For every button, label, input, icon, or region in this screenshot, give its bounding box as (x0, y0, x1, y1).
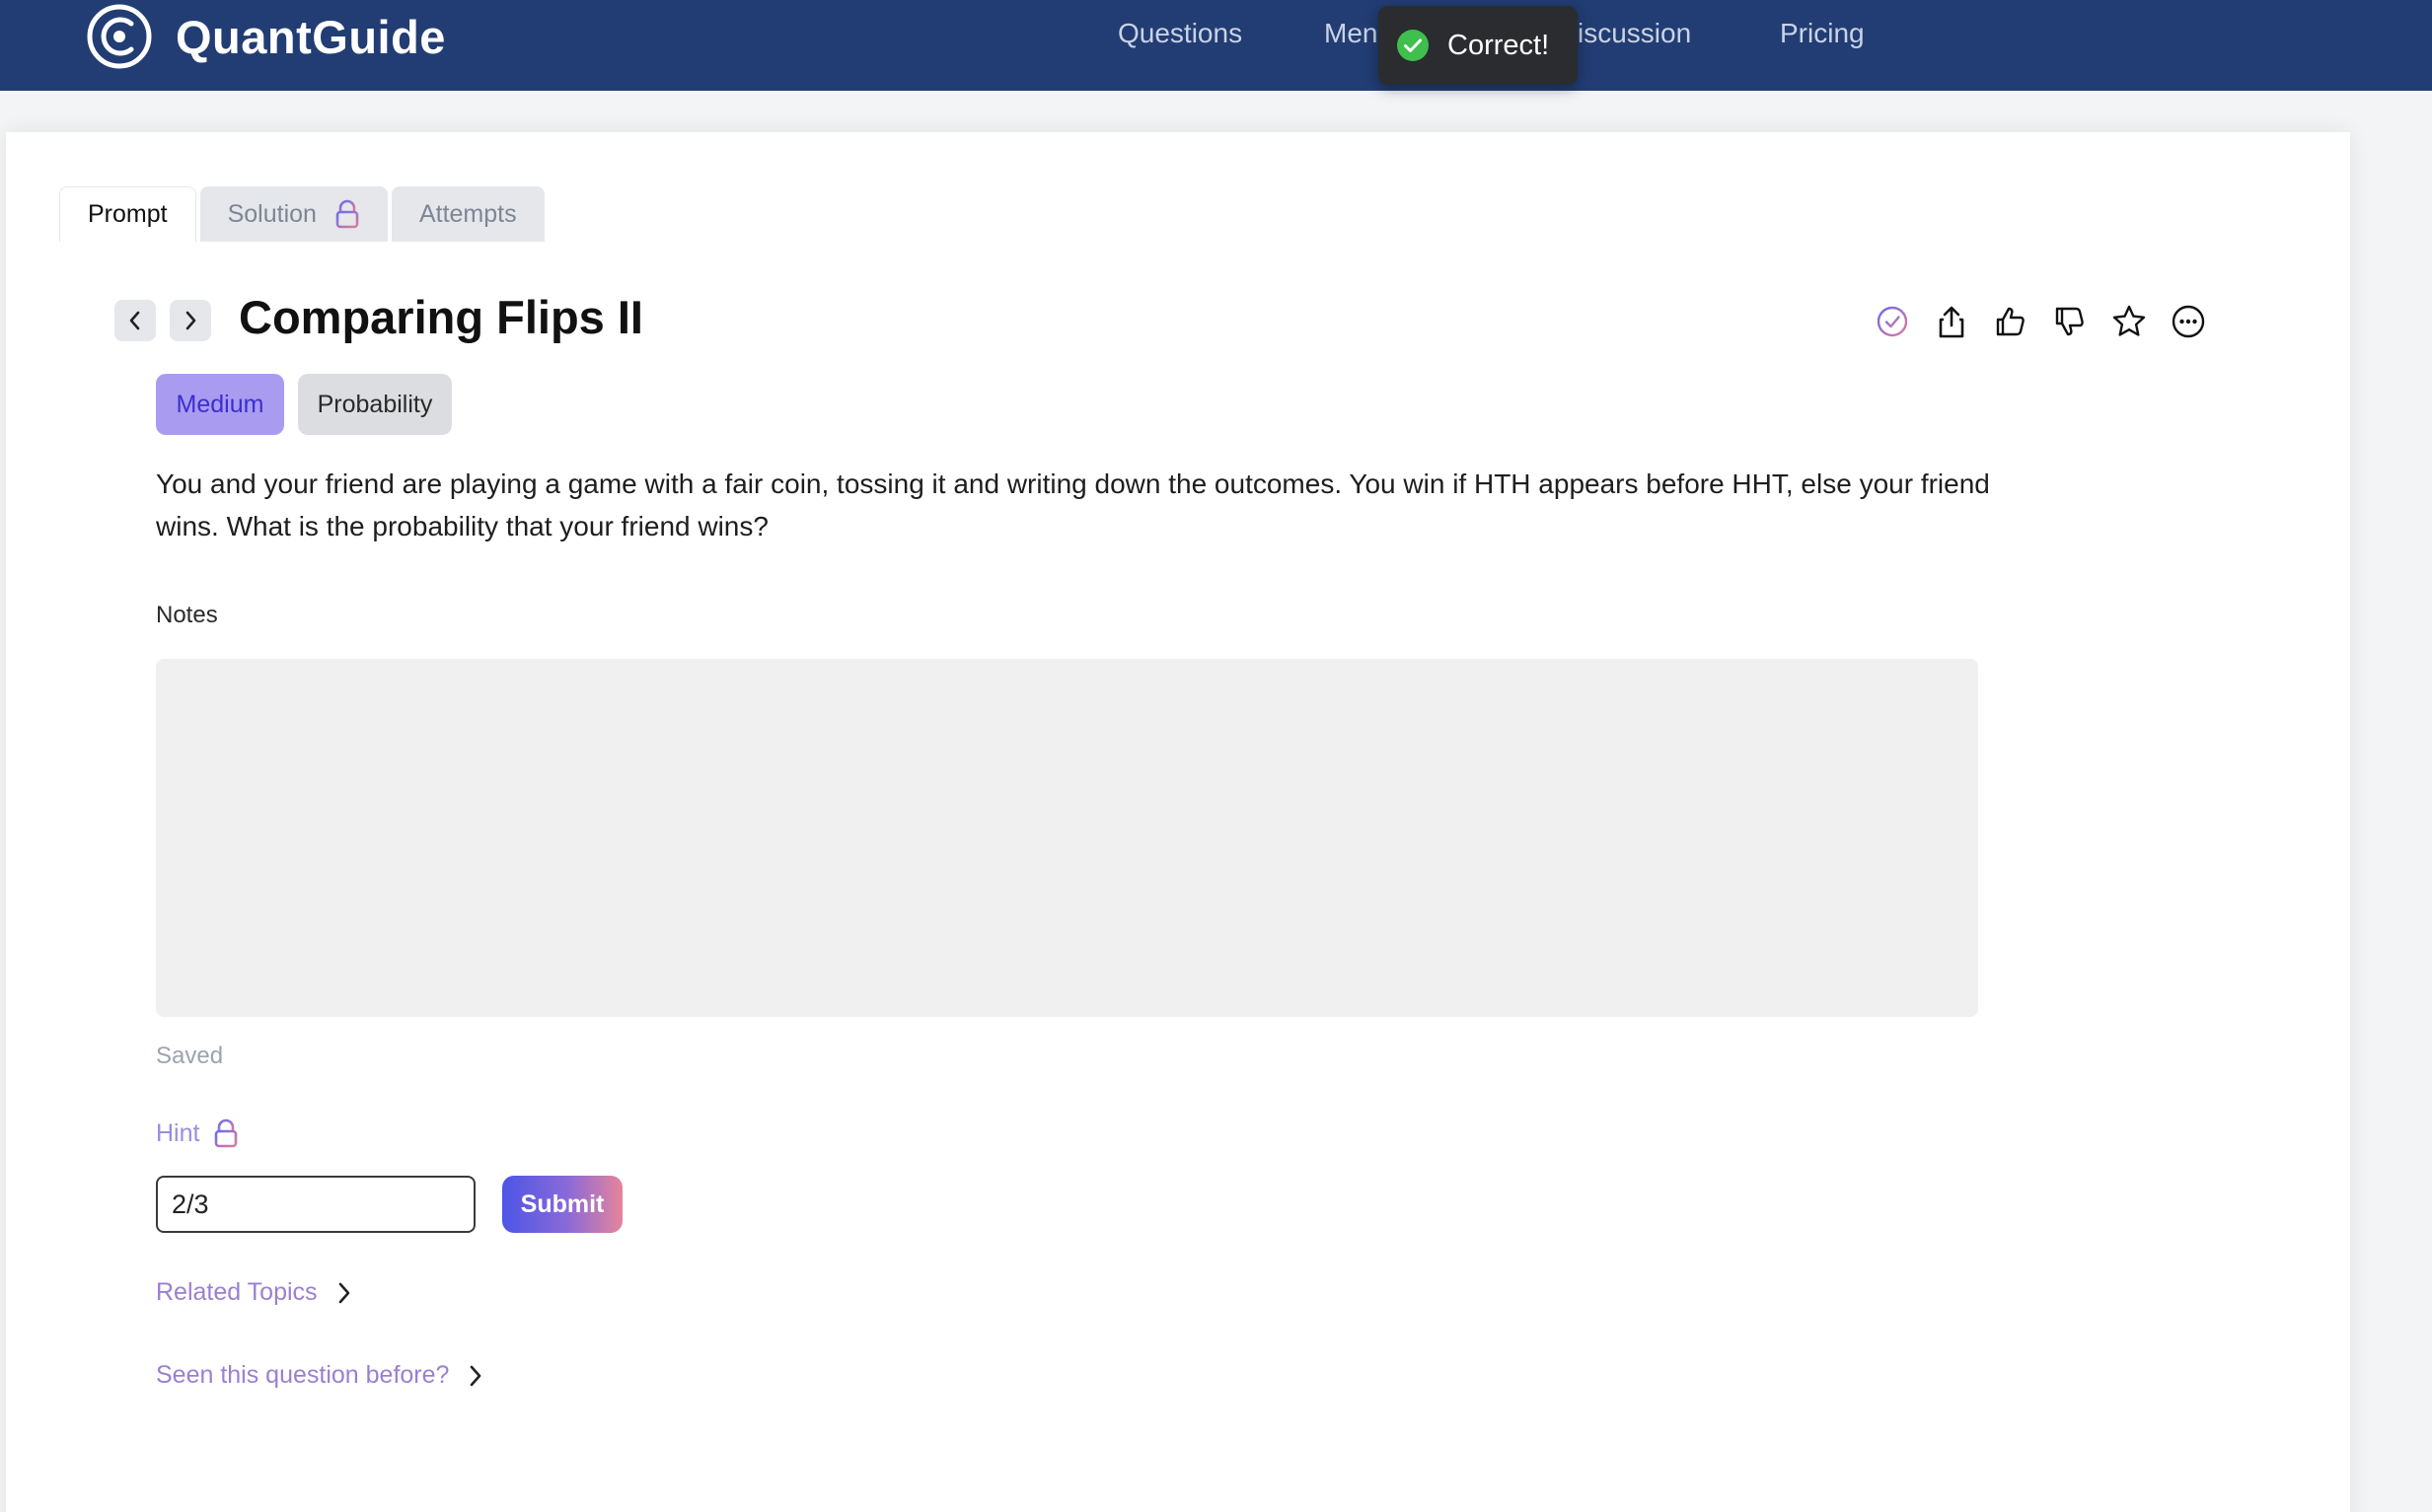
question-card: Prompt Solution Attempts Comparing Flips… (6, 132, 2350, 1512)
completed-check-icon (1877, 306, 1908, 337)
brand-name: QuantGuide (176, 10, 446, 63)
toast-message: Correct! (1447, 29, 1550, 61)
answer-input[interactable] (156, 1176, 476, 1233)
notes-textarea[interactable] (156, 659, 1978, 1017)
related-topics-link[interactable]: Related Topics (156, 1278, 353, 1307)
like-button[interactable] (1991, 302, 2030, 341)
chevron-left-icon (129, 311, 140, 330)
thumbs-down-icon (2055, 307, 2084, 336)
chevron-right-icon (471, 1365, 481, 1386)
question-tabs: Prompt Solution Attempts (59, 186, 549, 242)
notes-save-status: Saved (156, 1043, 224, 1069)
seen-before-link[interactable]: Seen this question before? (156, 1361, 484, 1390)
next-question-button[interactable] (170, 300, 211, 341)
question-title: Comparing Flips II (239, 291, 643, 343)
tab-solution[interactable]: Solution (199, 186, 388, 242)
top-nav: QuantGuide Questions Men iscussion Prici… (0, 0, 2432, 91)
brand[interactable]: QuantGuide (85, 0, 446, 73)
completed-status-button[interactable] (1873, 302, 1912, 341)
lock-icon (215, 1118, 238, 1148)
hint-button[interactable]: Hint (156, 1118, 239, 1148)
question-actions (1873, 302, 2228, 341)
nav-pricing[interactable]: Pricing (1780, 18, 1865, 49)
tab-solution-label: Solution (227, 199, 317, 228)
seen-before-label: Seen this question before? (156, 1361, 450, 1389)
hint-label: Hint (156, 1118, 200, 1147)
lock-icon (335, 199, 359, 229)
difficulty-badge: Medium (156, 374, 284, 435)
nav-mentorship[interactable]: Men (1324, 18, 1377, 49)
related-topics-label: Related Topics (156, 1278, 318, 1306)
more-options-button[interactable] (2169, 302, 2208, 341)
notes-label: Notes (156, 602, 218, 628)
more-icon (2172, 305, 2205, 338)
question-prompt: You and your friend are playing a game w… (156, 468, 1990, 541)
share-icon (1939, 306, 1964, 338)
tab-prompt[interactable]: Prompt (59, 186, 196, 242)
prev-question-button[interactable] (114, 300, 156, 341)
nav-discussion[interactable]: iscussion (1578, 18, 1691, 49)
favorite-button[interactable] (2109, 302, 2149, 341)
topic-badge: Probability (298, 374, 452, 435)
tab-attempts[interactable]: Attempts (391, 186, 545, 242)
chevron-right-icon (338, 1282, 349, 1303)
tab-prompt-label: Prompt (88, 200, 168, 228)
tab-attempts-label: Attempts (418, 199, 517, 228)
dislike-button[interactable] (2050, 302, 2090, 341)
share-button[interactable] (1932, 302, 1971, 341)
success-toast: Correct! (1378, 6, 1578, 85)
nav-questions[interactable]: Questions (1118, 18, 1242, 49)
check-circle-icon (1397, 30, 1429, 61)
quantguide-logo-icon (87, 4, 152, 69)
star-icon (2112, 305, 2146, 336)
submit-button[interactable]: Submit (502, 1176, 623, 1233)
thumbs-up-icon (1996, 307, 2025, 336)
chevron-right-icon (185, 311, 196, 330)
